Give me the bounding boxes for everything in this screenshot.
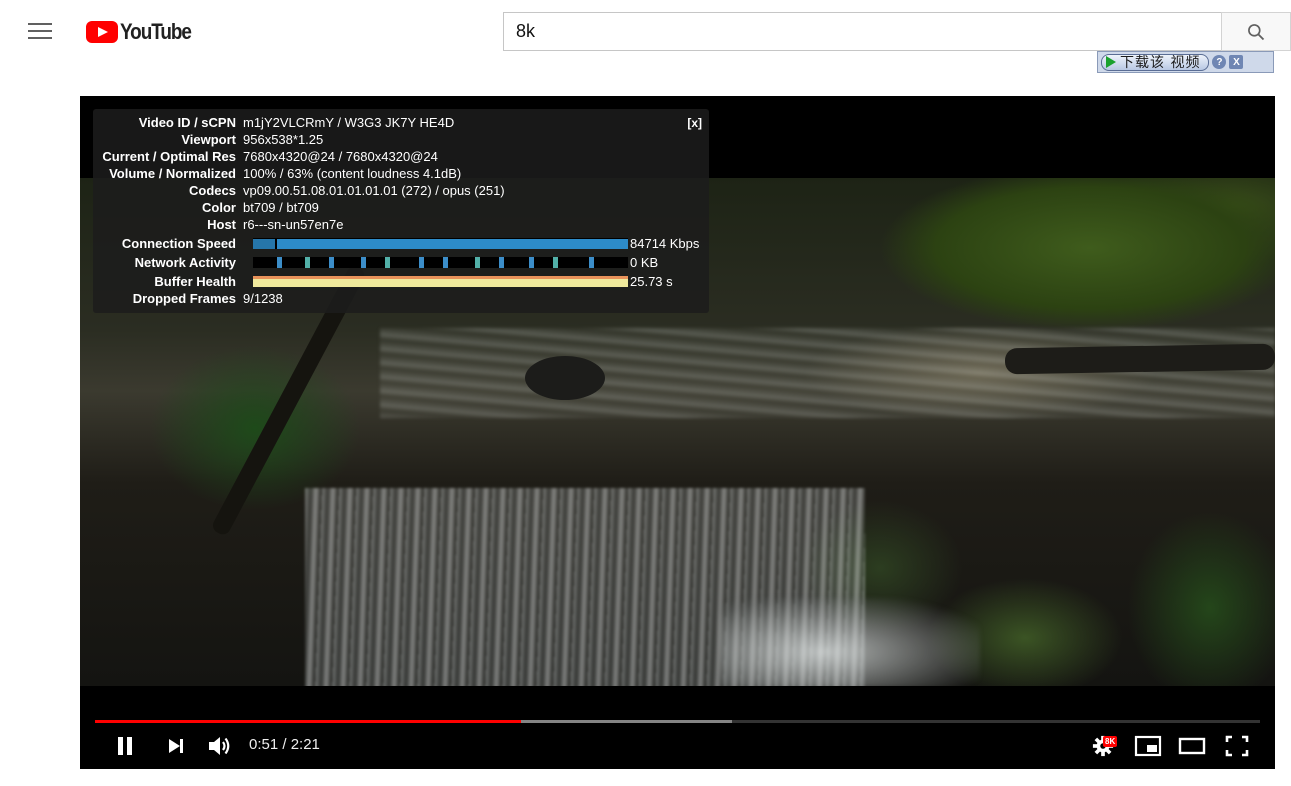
stats-connection-speed-row: Connection Speed 84714 Kbps xyxy=(93,235,709,252)
search-icon xyxy=(1248,23,1265,40)
network-activity-spike xyxy=(589,257,594,268)
buffer-health-graph xyxy=(253,276,628,287)
next-button[interactable] xyxy=(162,731,190,761)
mute-button[interactable] xyxy=(204,731,236,761)
stats-label: Viewport xyxy=(181,132,236,147)
network-activity-value: 0 KB xyxy=(630,255,659,270)
volume-icon xyxy=(209,737,230,755)
stats-label: Network Activity xyxy=(134,255,236,270)
network-activity-spike xyxy=(305,257,310,268)
youtube-play-logo-icon xyxy=(86,21,118,43)
next-icon xyxy=(169,739,183,753)
video-rock-shape xyxy=(525,356,605,400)
download-toolbar: 下载该 视频 ? X xyxy=(1097,51,1274,73)
video-log-shape xyxy=(1004,343,1275,375)
video-stream-texture xyxy=(380,328,1275,418)
search-input[interactable] xyxy=(503,12,1222,51)
logo-text: YouTube xyxy=(120,19,192,44)
stats-value: 9/1238 xyxy=(243,291,283,306)
stats-label: Video ID / sCPN xyxy=(138,115,236,130)
quality-badge: 8K xyxy=(1103,736,1118,747)
stats-value: r6---sn-un57en7e xyxy=(243,217,344,232)
network-activity-spike xyxy=(277,257,282,268)
stats-row: Volume / Normalized 100% / 63% (content … xyxy=(93,165,461,182)
stats-row: Host r6---sn-un57en7e xyxy=(93,216,343,233)
progress-bar[interactable] xyxy=(95,720,1260,723)
stats-label: Volume / Normalized xyxy=(109,166,236,181)
stats-value: 956x538*1.25 xyxy=(243,132,324,147)
download-play-icon xyxy=(1106,56,1116,68)
pause-button[interactable] xyxy=(110,731,140,761)
buffer-health-value: 25.73 s xyxy=(630,274,673,289)
stats-row: Color bt709 / bt709 xyxy=(93,199,319,216)
download-video-label: 下载该 视频 xyxy=(1120,55,1201,71)
stats-row: Viewport 956x538*1.25 xyxy=(93,131,323,148)
time-display: 0:51 / 2:21 xyxy=(249,736,320,753)
stats-value: m1jY2VLCRmY / W3G3 JK7Y HE4D xyxy=(243,115,455,130)
network-activity-spike xyxy=(419,257,424,268)
theater-mode-button[interactable] xyxy=(1176,731,1208,761)
network-activity-spike xyxy=(475,257,480,268)
connection-speed-graph xyxy=(253,238,628,249)
stats-row: Video ID / sCPN m1jY2VLCRmY / W3G3 JK7Y … xyxy=(93,114,455,131)
stats-label: Connection Speed xyxy=(121,236,236,251)
stats-value: vp09.00.51.08.01.01.01.01 (272) / opus (… xyxy=(243,183,505,198)
network-activity-spike xyxy=(553,257,558,268)
pause-icon xyxy=(118,737,132,755)
video-splash-texture xyxy=(720,598,980,686)
stats-label: Host xyxy=(207,217,236,232)
connection-speed-value: 84714 Kbps xyxy=(630,236,700,251)
guide-menu-icon[interactable] xyxy=(22,18,58,46)
network-activity-spike xyxy=(385,257,390,268)
network-activity-spike xyxy=(443,257,448,268)
network-activity-spike xyxy=(499,257,504,268)
stats-value: bt709 / bt709 xyxy=(243,200,319,215)
video-player[interactable]: [x] Video ID / sCPN m1jY2VLCRmY / W3G3 J… xyxy=(80,96,1275,769)
stats-close-button[interactable]: [x] xyxy=(687,116,702,130)
stats-label: Codecs xyxy=(189,183,236,198)
stats-label: Color xyxy=(202,200,236,215)
connection-speed-bar xyxy=(277,239,628,249)
search-box xyxy=(503,12,1291,51)
search-button[interactable] xyxy=(1221,12,1291,51)
stats-row: Current / Optimal Res 7680x4320@24 / 768… xyxy=(93,148,438,165)
stats-network-activity-row: Network Activity 0 KB xyxy=(93,254,709,271)
theater-mode-icon xyxy=(1178,737,1206,755)
miniplayer-button[interactable] xyxy=(1132,731,1164,761)
youtube-logo[interactable]: YouTube xyxy=(86,19,202,45)
stats-row: Codecs vp09.00.51.08.01.01.01.01 (272) /… xyxy=(93,182,505,199)
stats-for-nerds-panel: [x] Video ID / sCPN m1jY2VLCRmY / W3G3 J… xyxy=(93,109,709,313)
stats-buffer-health-row: Buffer Health 25.73 s xyxy=(93,273,709,290)
download-help-button[interactable]: ? xyxy=(1212,55,1227,69)
connection-speed-bar-start xyxy=(253,239,275,249)
stats-label: Current / Optimal Res xyxy=(102,149,236,164)
stats-value: 100% / 63% (content loudness 4.1dB) xyxy=(243,166,462,181)
download-close-button[interactable]: X xyxy=(1229,55,1244,69)
network-activity-graph xyxy=(253,257,628,268)
miniplayer-icon xyxy=(1134,735,1162,757)
buffer-health-bar xyxy=(253,276,628,287)
fullscreen-icon xyxy=(1225,735,1249,757)
network-activity-spike xyxy=(361,257,366,268)
fullscreen-button[interactable] xyxy=(1222,731,1252,761)
network-activity-spike xyxy=(329,257,334,268)
stats-label: Dropped Frames xyxy=(132,291,236,306)
download-video-button[interactable]: 下载该 视频 xyxy=(1101,53,1210,71)
masthead: YouTube 下载该 视频 ? X xyxy=(0,0,1291,73)
stats-label: Buffer Health xyxy=(154,274,236,289)
network-activity-spike xyxy=(529,257,534,268)
progress-played xyxy=(95,720,522,723)
stats-value: 7680x4320@24 / 7680x4320@24 xyxy=(243,149,438,164)
stats-dropped-frames-row: Dropped Frames 9/1238 xyxy=(93,290,283,307)
